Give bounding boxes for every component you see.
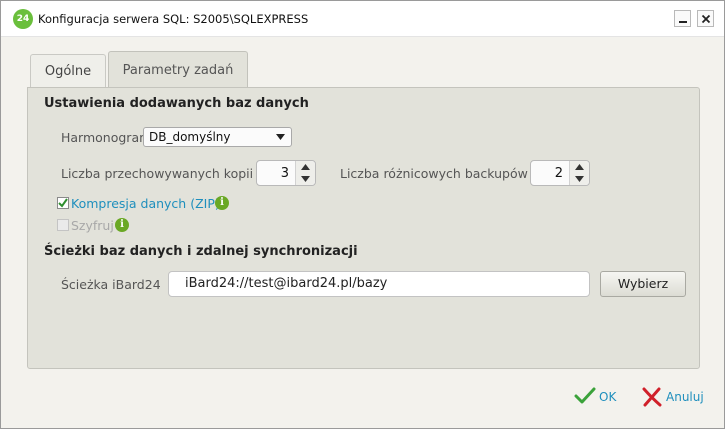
- copies-stepper-buttons: [295, 161, 315, 185]
- cancel-x-icon: [642, 387, 662, 407]
- copies-decrement-button[interactable]: [296, 173, 316, 185]
- ibard-path-input[interactable]: iBard24://test@ibard24.pl/bazy: [168, 271, 590, 297]
- encrypt-label: Szyfruj: [71, 218, 114, 233]
- schedule-select[interactable]: DB_domyślny: [143, 127, 292, 147]
- info-icon[interactable]: i: [215, 196, 229, 210]
- compression-label[interactable]: Kompresja danych (ZIP): [71, 196, 220, 211]
- copies-label: Liczba przechowywanych kopii: [61, 166, 254, 181]
- cancel-label: Anuluj: [666, 390, 704, 404]
- section-title-paths: Ścieżki baz danych i zdalnej synchroniza…: [44, 244, 358, 259]
- minimize-icon: [679, 21, 687, 23]
- diff-increment-button[interactable]: [570, 161, 590, 173]
- ok-button[interactable]: OK: [574, 386, 620, 408]
- checkmark-icon: [58, 198, 68, 208]
- choose-button[interactable]: Wybierz: [600, 271, 686, 297]
- arrow-down-icon: [575, 176, 584, 182]
- tab-general[interactable]: Ogólne: [30, 54, 106, 89]
- diff-stepper-buttons: [569, 161, 589, 185]
- arrow-up-icon: [301, 164, 310, 170]
- window-title: Konfiguracja serwera SQL: S2005\SQLEXPRE…: [38, 12, 309, 26]
- app-logo: 24: [13, 9, 33, 29]
- compression-checkbox[interactable]: [57, 197, 69, 209]
- diff-backups-stepper[interactable]: 2: [530, 160, 590, 186]
- section-title-databases: Ustawienia dodawanych baz danych: [44, 96, 309, 111]
- minimize-button[interactable]: [674, 10, 691, 27]
- schedule-label: Harmonogram: [61, 130, 152, 145]
- diff-decrement-button[interactable]: [570, 173, 590, 185]
- tab-task-parameters[interactable]: Parametry zadań: [108, 51, 248, 89]
- cancel-button[interactable]: Anuluj: [641, 386, 704, 408]
- copies-value: 3: [280, 166, 289, 181]
- arrow-up-icon: [575, 164, 584, 170]
- checkmark-icon: [574, 387, 596, 404]
- ibard-path-label: Ścieżka iBard24: [61, 277, 161, 292]
- arrow-down-icon: [301, 176, 310, 182]
- title-bar: 24 Konfiguracja serwera SQL: S2005\SQLEX…: [1, 1, 724, 37]
- close-button[interactable]: [697, 10, 714, 27]
- info-icon[interactable]: i: [115, 218, 129, 232]
- close-icon: [701, 14, 711, 24]
- diff-backups-value: 2: [554, 166, 563, 181]
- copies-stepper[interactable]: 3: [256, 160, 316, 186]
- diff-backups-label: Liczba różnicowych backupów: [340, 166, 528, 181]
- dropdown-arrow-icon: [276, 134, 285, 140]
- encrypt-checkbox[interactable]: [57, 219, 69, 231]
- ok-label: OK: [599, 390, 617, 404]
- dialog-window: 24 Konfiguracja serwera SQL: S2005\SQLEX…: [0, 0, 725, 429]
- schedule-value: DB_domyślny: [149, 130, 231, 144]
- copies-increment-button[interactable]: [296, 161, 316, 173]
